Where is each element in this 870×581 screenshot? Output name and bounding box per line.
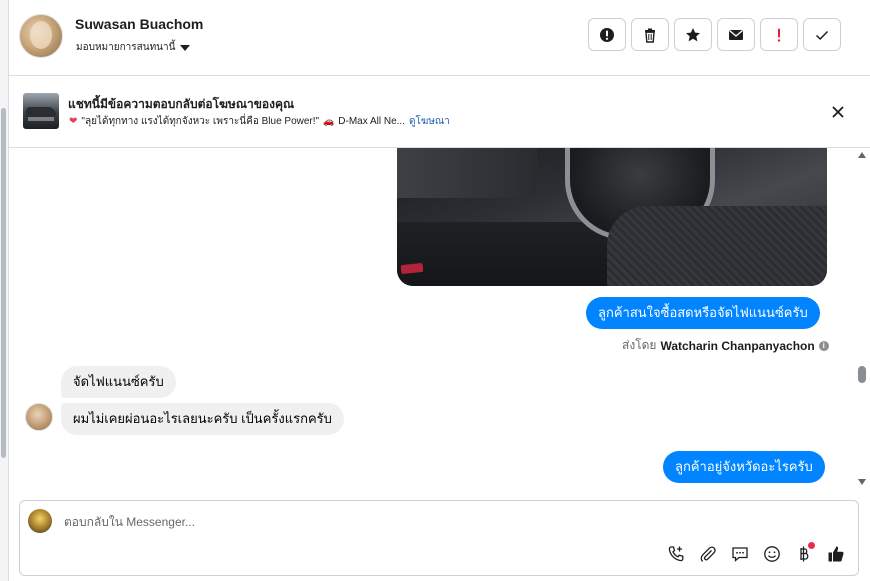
notification-dot bbox=[808, 542, 815, 549]
exclamation-icon bbox=[777, 28, 781, 42]
reply-input[interactable] bbox=[64, 511, 664, 533]
header-actions bbox=[588, 18, 841, 51]
emoji-icon bbox=[764, 546, 780, 562]
mark-done-button[interactable] bbox=[803, 18, 841, 51]
message-bubble-incoming[interactable]: ผมไม่เคยผ่อนอะไรเลยนะครับ เป็นครั้งแรกคร… bbox=[61, 403, 344, 435]
left-scrollbar-thumb[interactable] bbox=[1, 108, 6, 458]
sent-by-prefix: ส่งโดย bbox=[622, 338, 657, 352]
image-detail bbox=[397, 148, 537, 198]
message-image[interactable] bbox=[397, 148, 827, 286]
close-icon bbox=[832, 106, 844, 118]
scroll-down-arrow[interactable] bbox=[858, 479, 866, 485]
message-scrollbar[interactable] bbox=[855, 148, 870, 498]
contact-avatar-small[interactable] bbox=[25, 403, 53, 431]
paperclip-icon bbox=[700, 546, 716, 562]
info-icon[interactable]: i bbox=[818, 340, 829, 351]
ad-quote: "ลุยได้ทุกทาง แรงได้ทุกจังหวะ เพราะนี่คื… bbox=[81, 116, 320, 127]
heart-icon: ❤ bbox=[69, 116, 78, 127]
checkmark-icon bbox=[815, 30, 829, 40]
sent-by-label: ส่งโดย Watcharin Chanpanyachon i bbox=[622, 336, 829, 355]
message-bubble-outgoing[interactable]: ลูกค้าสนใจซื้อสดหรือจัดไฟแนนซ์ครับ bbox=[586, 297, 820, 329]
message-scrollbar-thumb[interactable] bbox=[858, 366, 866, 383]
image-detail bbox=[397, 222, 627, 286]
ad-thumbnail[interactable] bbox=[23, 93, 59, 129]
message-bubble-outgoing[interactable]: ลูกค้าอยู่จังหวัดอะไรครับ bbox=[663, 451, 825, 483]
ad-reply-banner: แชทนี้มีข้อความตอบกลับต่อโฆษณาของคุณ ❤ "… bbox=[9, 76, 870, 148]
mark-spam-button[interactable] bbox=[588, 18, 626, 51]
ad-banner-caption: ❤ "ลุยได้ทุกทาง แรงได้ทุกจังหวะ เพราะนี่… bbox=[69, 114, 450, 129]
delete-button[interactable] bbox=[631, 18, 669, 51]
assign-label: มอบหมายการสนทนานี้ bbox=[76, 42, 176, 53]
star-button[interactable] bbox=[674, 18, 712, 51]
call-add-button[interactable] bbox=[665, 543, 687, 565]
composer-toolbar bbox=[665, 542, 847, 565]
caret-down-icon bbox=[180, 44, 191, 51]
left-scrollbar[interactable] bbox=[0, 0, 9, 581]
saved-replies-button[interactable] bbox=[729, 543, 751, 565]
envelope-icon bbox=[729, 29, 743, 40]
like-button[interactable] bbox=[825, 543, 847, 565]
page-avatar bbox=[28, 509, 52, 533]
ad-banner-title: แชทนี้มีข้อความตอบกลับต่อโฆษณาของคุณ bbox=[68, 97, 295, 111]
conversation-header: Suwasan Buachom มอบหมายการสนทนานี้ bbox=[9, 0, 870, 76]
close-banner-button[interactable] bbox=[827, 101, 849, 123]
contact-name[interactable]: Suwasan Buachom bbox=[75, 16, 203, 32]
ad-car-text: D-Max All Ne... bbox=[338, 116, 405, 127]
follow-up-button[interactable] bbox=[760, 18, 798, 51]
trash-icon bbox=[645, 28, 655, 43]
payment-button[interactable] bbox=[793, 542, 815, 565]
messenger-conversation: Suwasan Buachom มอบหมายการสนทนานี้ แชทนี… bbox=[0, 0, 870, 581]
reply-composer bbox=[19, 500, 859, 576]
view-ad-link[interactable]: ดูโฆษณา bbox=[409, 114, 450, 129]
star-icon bbox=[686, 27, 700, 41]
car-icon: 🚗 bbox=[323, 116, 335, 126]
mark-unread-button[interactable] bbox=[717, 18, 755, 51]
sent-by-name: Watcharin Chanpanyachon bbox=[660, 338, 815, 353]
scroll-up-arrow[interactable] bbox=[858, 152, 866, 158]
alert-circle-icon bbox=[600, 27, 614, 42]
like-icon bbox=[828, 546, 844, 562]
contact-avatar[interactable] bbox=[19, 14, 63, 58]
phone-add-icon bbox=[668, 546, 684, 562]
saved-replies-icon bbox=[732, 547, 748, 562]
assign-conversation-dropdown[interactable]: มอบหมายการสนทนานี้ bbox=[76, 40, 191, 55]
message-bubble-incoming[interactable]: จัดไฟแนนซ์ครับ bbox=[61, 366, 176, 398]
attach-button[interactable] bbox=[697, 543, 719, 565]
image-detail bbox=[607, 206, 827, 286]
emoji-button[interactable] bbox=[761, 543, 783, 565]
